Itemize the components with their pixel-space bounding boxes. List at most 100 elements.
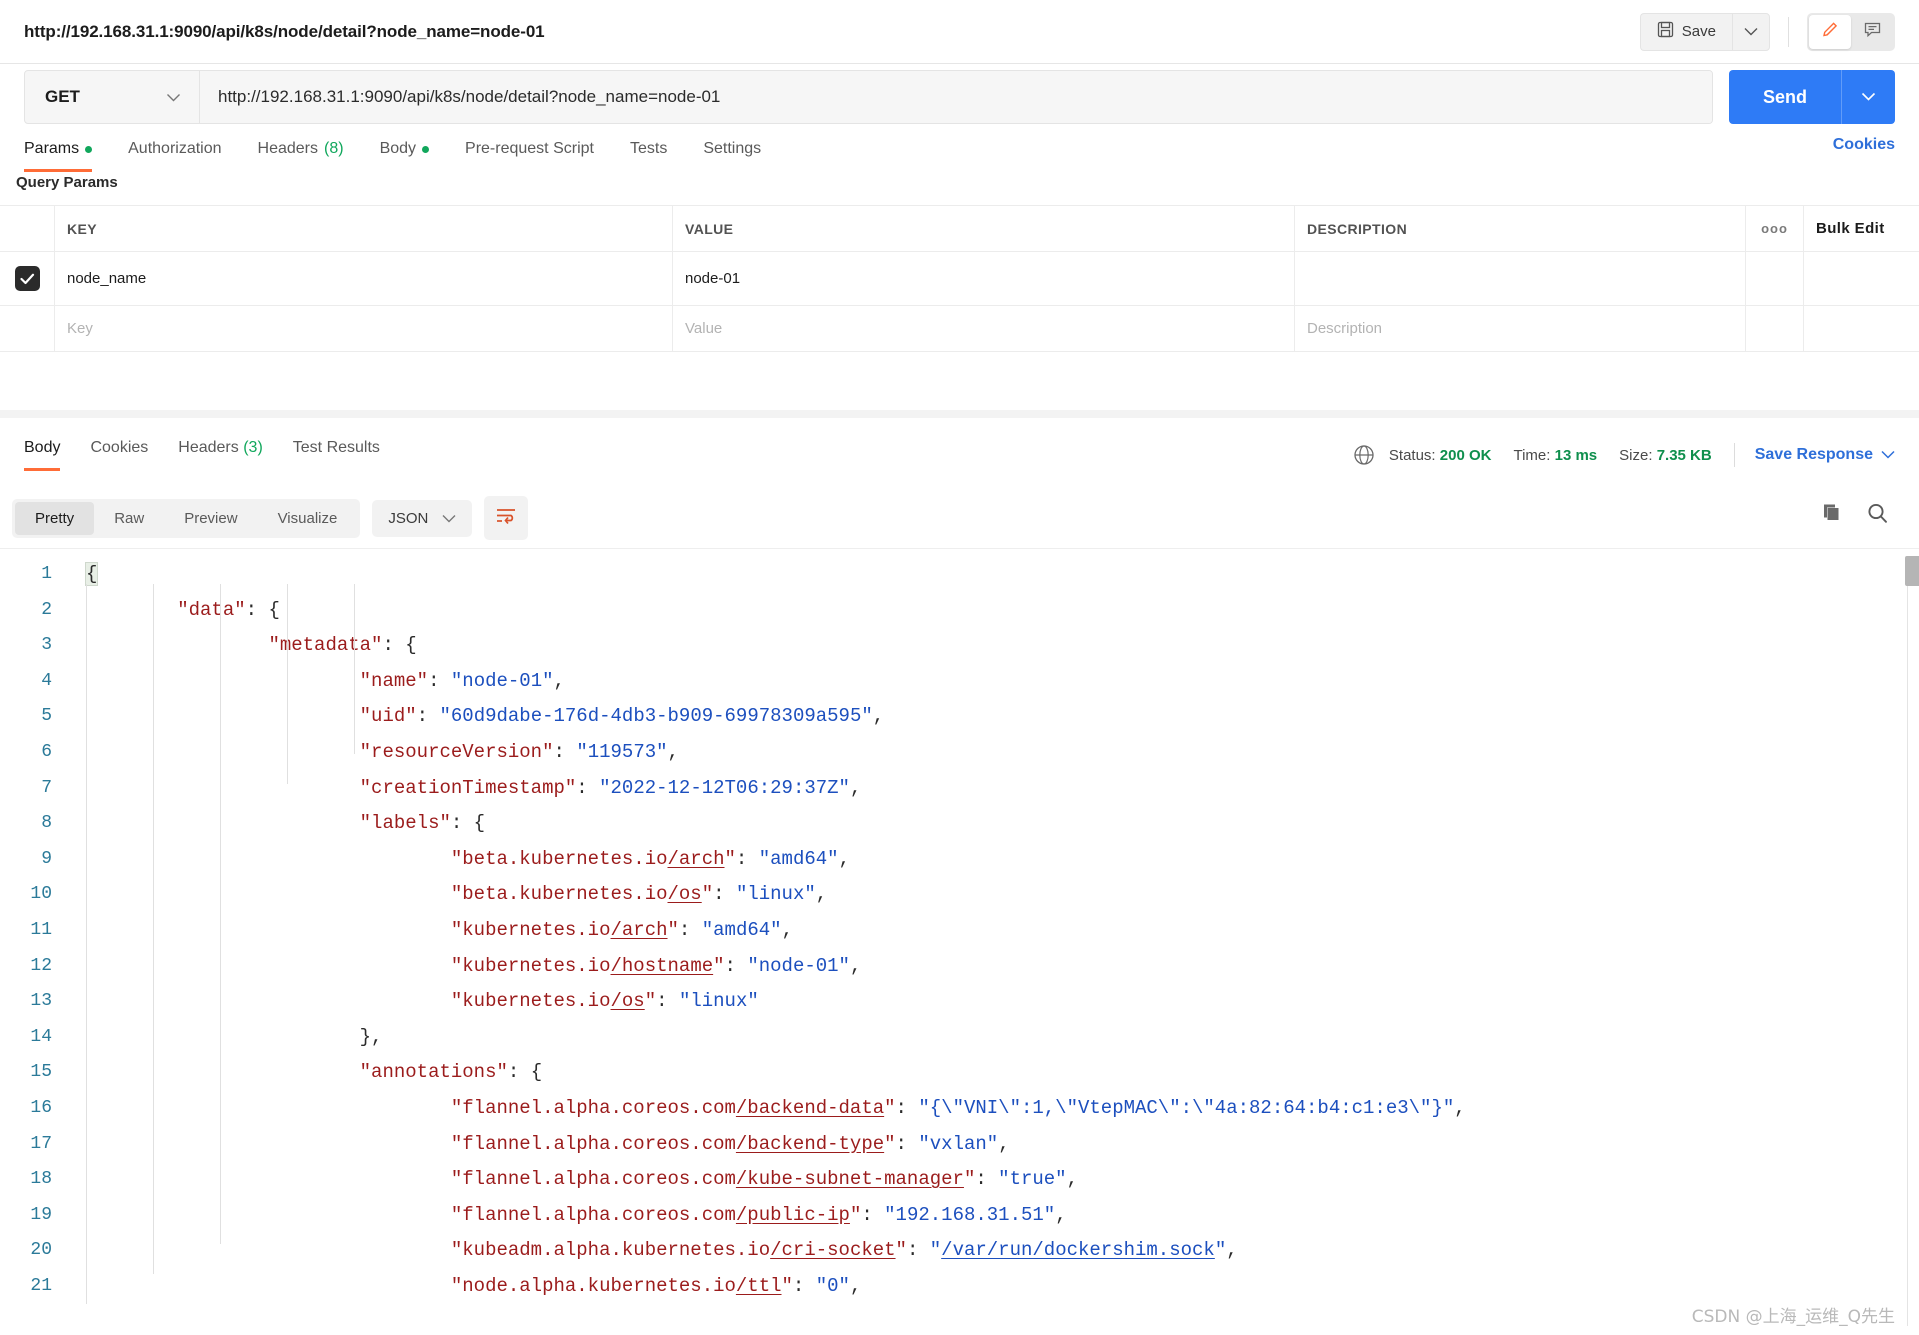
view-mode-visualize[interactable]: Visualize	[258, 502, 358, 535]
code-text: "kubeadm.alpha.kubernetes.io/cri-socket"…	[72, 1233, 1238, 1269]
code-line: 12 "kubernetes.io/hostname": "node-01",	[0, 949, 1919, 985]
send-button[interactable]: Send	[1728, 70, 1841, 124]
view-mode-preview[interactable]: Preview	[164, 502, 257, 535]
cookies-link[interactable]: Cookies	[1833, 136, 1895, 154]
tab-authorization[interactable]: Authorization	[128, 136, 221, 172]
json-punct: },	[359, 1025, 383, 1048]
json-punct: :	[724, 954, 748, 977]
json-string: "{\"VNI\":1,\"VtepMAC\":\"4a:82:64:b4:c1…	[918, 1096, 1455, 1119]
new-description-input[interactable]: Description	[1307, 320, 1382, 337]
code-text: "annotations": {	[72, 1055, 542, 1091]
save-button-label: Save	[1681, 23, 1716, 40]
json-punct: :	[735, 847, 759, 870]
request-tabs: Params Authorization Headers (8) Body Pr…	[0, 136, 1919, 180]
response-format-value: JSON	[388, 509, 429, 527]
request-title: http://192.168.31.1:9090/api/k8s/node/de…	[24, 21, 545, 41]
row-value-input[interactable]: node-01	[685, 270, 740, 287]
code-line: 16 "flannel.alpha.coreos.com/backend-dat…	[0, 1091, 1919, 1127]
new-key-input[interactable]: Key	[67, 320, 93, 337]
response-vertical-scrollbar[interactable]	[1905, 556, 1919, 1326]
code-line: 13 "kubernetes.io/os": "linux"	[0, 984, 1919, 1020]
json-key: "	[701, 883, 714, 906]
tab-headers[interactable]: Headers (8)	[258, 136, 344, 172]
code-line: 5 "uid": "60d9dabe-176d-4db3-b909-699783…	[0, 699, 1919, 735]
code-text: "flannel.alpha.coreos.com/backend-type":…	[72, 1127, 1010, 1163]
comment-button[interactable]	[1851, 15, 1893, 49]
edit-request-button[interactable]	[1809, 14, 1851, 49]
new-value-input[interactable]: Value	[685, 320, 722, 337]
status-divider	[1733, 443, 1735, 467]
tab-pre-request-script[interactable]: Pre-request Script	[465, 136, 594, 172]
json-punct: :	[792, 1274, 816, 1297]
response-tab-cookies[interactable]: Cookies	[90, 435, 148, 471]
response-tab-headers[interactable]: Headers (3)	[178, 435, 263, 471]
json-punct: ,	[998, 1132, 1010, 1155]
json-punct: : {	[507, 1061, 543, 1084]
code-text: "flannel.alpha.coreos.com/backend-data":…	[72, 1091, 1466, 1127]
scrollbar-thumb[interactable]	[1905, 556, 1919, 586]
url-input[interactable]: http://192.168.31.1:9090/api/k8s/node/de…	[200, 71, 1712, 123]
row-key-input[interactable]: node_name	[67, 270, 146, 287]
response-format-select[interactable]: JSON	[372, 499, 473, 537]
query-params-label: Query Params	[16, 174, 118, 191]
view-mode-raw[interactable]: Raw	[94, 502, 164, 535]
save-button[interactable]: Save	[1639, 12, 1732, 51]
send-options-button[interactable]	[1841, 70, 1895, 124]
tab-settings[interactable]: Settings	[703, 136, 761, 172]
status-code: Status: 200 OK	[1389, 447, 1492, 464]
code-text: "data": {	[72, 593, 280, 629]
json-key: "	[644, 990, 657, 1013]
json-string: "0"	[815, 1274, 850, 1297]
chevron-down-icon	[1744, 23, 1758, 41]
json-key: "kubernetes.io	[450, 918, 611, 941]
table-options-button[interactable]: ooo	[1746, 206, 1804, 251]
response-tab-body[interactable]: Body	[24, 435, 61, 471]
copy-button[interactable]	[1819, 502, 1842, 530]
json-key: "	[884, 1096, 896, 1119]
json-punct: ,	[667, 740, 679, 763]
json-string: "	[929, 1239, 942, 1262]
line-number: 13	[30, 991, 52, 1012]
json-key: /kube-subnet-manager	[735, 1168, 964, 1191]
comment-icon	[1863, 20, 1882, 44]
response-tab-headers-count: (3)	[243, 439, 263, 456]
tab-headers-count: (8)	[324, 140, 344, 157]
save-options-button[interactable]	[1732, 12, 1770, 51]
json-key: "flannel.alpha.coreos.com	[450, 1168, 736, 1191]
modified-dot-icon	[422, 145, 430, 153]
response-viewer-toolbar: Pretty Raw Preview Visualize JSON	[12, 496, 529, 540]
save-response-label: Save Response	[1754, 446, 1873, 463]
json-punct: :	[416, 705, 440, 728]
row-checkbox[interactable]	[14, 266, 40, 291]
http-method-select[interactable]: GET	[25, 71, 200, 123]
tab-body[interactable]: Body	[380, 136, 430, 172]
json-key: "	[713, 954, 725, 977]
line-number: 20	[30, 1240, 52, 1261]
chevron-down-icon	[1881, 446, 1895, 464]
json-punct: :	[895, 1096, 919, 1119]
json-key: "resourceVersion"	[359, 740, 554, 763]
view-mode-pretty[interactable]: Pretty	[15, 501, 95, 535]
word-wrap-button[interactable]	[484, 496, 529, 540]
code-text: "kubernetes.io/arch": "amd64",	[72, 913, 793, 949]
response-body-viewer[interactable]: 1{2 "data": {3 "metadata": {4 "name": "n…	[0, 548, 1919, 1335]
search-button[interactable]	[1866, 502, 1889, 530]
row-options-cell	[1746, 252, 1804, 305]
bulk-edit-label: Bulk Edit	[1816, 220, 1885, 237]
json-punct: ,	[1226, 1239, 1238, 1262]
line-number: 19	[30, 1204, 52, 1225]
header-value: VALUE	[673, 206, 1295, 251]
json-key: "data"	[177, 598, 246, 621]
save-response-button[interactable]: Save Response	[1755, 446, 1895, 464]
bulk-edit-button[interactable]: Bulk Edit	[1804, 206, 1919, 251]
json-key: "creationTimestamp"	[359, 776, 577, 799]
table-row-placeholder: Key Value Description	[0, 306, 1919, 352]
code-text: {	[72, 557, 99, 593]
response-tab-test-results[interactable]: Test Results	[293, 435, 380, 471]
url-bar: GET http://192.168.31.1:9090/api/k8s/nod…	[24, 70, 1713, 124]
postman-window: http://192.168.31.1:9090/api/k8s/node/de…	[0, 0, 1919, 1335]
tab-tests[interactable]: Tests	[630, 136, 667, 172]
tab-params[interactable]: Params	[24, 136, 93, 172]
json-string: "vxlan"	[918, 1132, 999, 1155]
http-method-value: GET	[45, 87, 80, 106]
